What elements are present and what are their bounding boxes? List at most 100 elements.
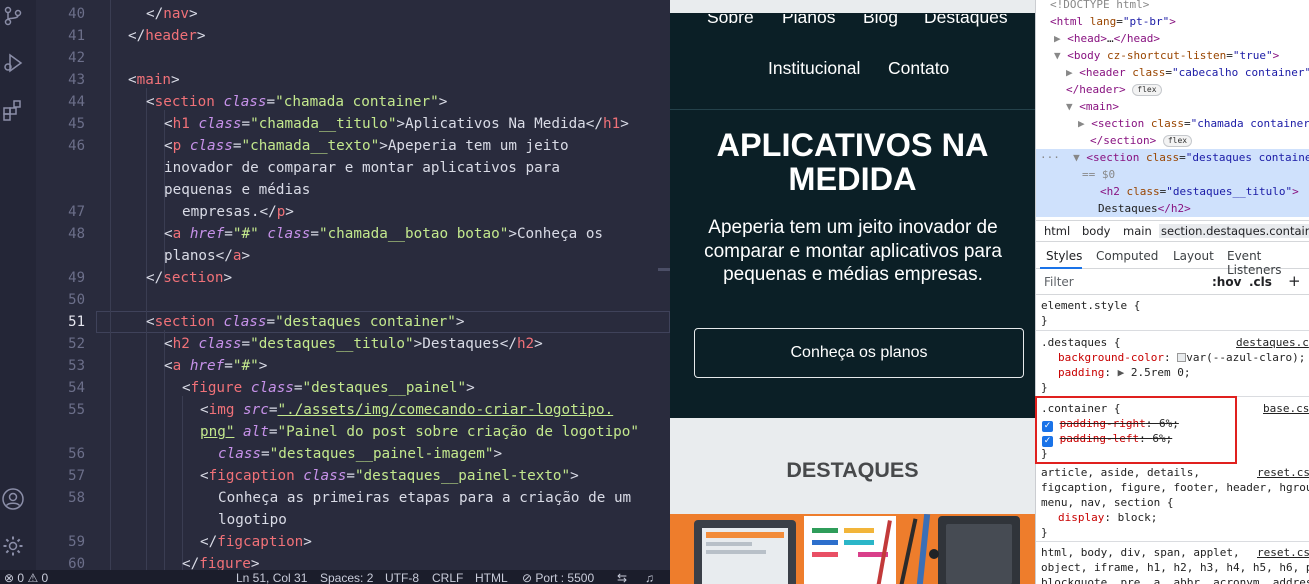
filter-input[interactable]: Filter: [1044, 275, 1074, 289]
breadcrumb-main[interactable]: main: [1123, 224, 1152, 238]
nav-link-blog[interactable]: Blog: [863, 14, 898, 36]
run-debug-icon[interactable]: [0, 50, 26, 76]
reset2-selector[interactable]: html, body, div, span, applet,: [1041, 545, 1240, 560]
flex-badge[interactable]: flex: [1162, 135, 1193, 147]
tab-computed[interactable]: Computed: [1096, 249, 1158, 263]
dom-section-destaques[interactable]: ··· ▼ <section class="destaques containe…: [1040, 149, 1309, 166]
line-number: 41: [68, 28, 85, 44]
breadcrumb-section[interactable]: section.destaques.container: [1159, 224, 1309, 238]
dom-section-close[interactable]: </section> flex: [1090, 132, 1193, 149]
dom-section-chamada[interactable]: ▶ <section class="chamada container": [1078, 115, 1309, 132]
reset-selector[interactable]: article, aside, details,: [1041, 465, 1200, 480]
line-number: 56: [68, 446, 85, 462]
hero-text: Apeperia tem um jeito inovador de compar…: [704, 217, 1002, 285]
reset2-selector-cont[interactable]: blockquote, pre, a, abbr, acronym, addre…: [1041, 575, 1309, 584]
editor-scrollbar[interactable]: [656, 0, 670, 570]
hov-toggle[interactable]: :hov: [1212, 275, 1241, 289]
warning-icon: ⚠: [27, 571, 39, 584]
reset-selector-cont[interactable]: figcaption, figure, footer, header, hgro…: [1041, 480, 1309, 495]
display-declaration[interactable]: display: block;: [1058, 510, 1157, 525]
reset2-selector-cont[interactable]: object, iframe, h1, h2, h3, h4, h5, h6, …: [1041, 560, 1309, 575]
site-header: Sobre Planos Blog Destaques: [670, 0, 1035, 36]
dom-eq0: == $0: [1082, 168, 1116, 181]
logo-design-illustration[interactable]: [670, 514, 1035, 584]
dom-header-close[interactable]: </header> flex: [1066, 81, 1162, 98]
nav-link-destaques[interactable]: Destaques: [924, 14, 1008, 36]
reset-selector-cont[interactable]: menu, nav, section {: [1041, 495, 1173, 510]
code-line: <figure class="destaques__painel">: [182, 380, 475, 396]
code-editor[interactable]: 40 41 42 43 44 45 46 47 48 49 50 51 52 5…: [36, 0, 670, 570]
hero-title: APLICATIVOS NA MEDIDA: [716, 127, 989, 197]
dom-main[interactable]: ▼ <main>: [1066, 98, 1119, 115]
nav-link-institucional[interactable]: Institucional: [768, 58, 860, 79]
indent-guide: [182, 396, 183, 570]
indentation[interactable]: Spaces: 2: [320, 571, 373, 584]
code-line: <section class="chamada container">: [146, 94, 448, 110]
container-source-link[interactable]: base.cs: [1263, 401, 1309, 416]
destaques-source-link[interactable]: destaques.c: [1236, 335, 1309, 350]
code-line: </figcaption>: [200, 534, 312, 550]
element-style-rule[interactable]: element.style {: [1041, 298, 1140, 313]
line-number: 55: [68, 402, 85, 418]
nav-link-planos[interactable]: Planos: [782, 14, 836, 36]
line-number: 49: [68, 270, 85, 286]
dom-h2[interactable]: <h2 class="destaques__titulo">: [1100, 183, 1299, 200]
problems-indicator[interactable]: ⊗ 0 ⚠ 0: [4, 571, 48, 584]
dom-h2-text[interactable]: Destaques</h2>: [1098, 200, 1191, 217]
code-line: </section>: [146, 270, 233, 286]
code-line: <img src="./assets/img/comecando-criar-l…: [200, 402, 614, 418]
bg-color-declaration[interactable]: background-color: var(--azul-claro);: [1058, 350, 1305, 365]
dom-head[interactable]: ▶ <head>…</head>: [1054, 30, 1160, 47]
code-line: <a href="#">: [164, 358, 268, 374]
line-number: 54: [68, 380, 85, 396]
destaques-selector[interactable]: .destaques {: [1041, 335, 1120, 350]
dom-doctype[interactable]: <!DOCTYPE html>: [1050, 0, 1149, 13]
line-number: 53: [68, 358, 85, 374]
live-server-port[interactable]: ⊘ Port : 5500: [522, 571, 594, 584]
line-ending[interactable]: CRLF: [432, 571, 463, 584]
reset-source-link[interactable]: reset.cs: [1257, 465, 1309, 480]
devtools-panel: <!DOCTYPE html> <html lang="pt-br"> ▶ <h…: [1035, 0, 1309, 584]
flex-badge[interactable]: flex: [1132, 84, 1162, 96]
dom-body[interactable]: ▼ <body cz-shortcut-listen="true">: [1054, 47, 1279, 64]
code-line: <a href="#" class="chamada__botao botao"…: [164, 226, 604, 242]
line-number: 46: [68, 138, 85, 154]
line-number: 47: [68, 204, 85, 220]
padding-declaration[interactable]: padding: ▶ 2.5rem 0;: [1058, 365, 1190, 380]
line-number: 52: [68, 336, 85, 352]
reset2-source-link[interactable]: reset.cs: [1257, 545, 1309, 560]
source-control-icon[interactable]: [0, 3, 26, 29]
live-server-icon: ⊘: [522, 571, 533, 584]
settings-gear-icon[interactable]: [0, 533, 26, 559]
dom-header[interactable]: ▶ <header class="cabecalho container">: [1066, 64, 1309, 81]
dom-html[interactable]: <html lang="pt-br">: [1050, 13, 1176, 30]
error-icon: ⊗: [4, 571, 15, 584]
active-tab-indicator: [1040, 267, 1082, 269]
tab-layout[interactable]: Layout: [1173, 249, 1214, 263]
rule-separator: [1036, 330, 1309, 331]
activity-bar: [0, 0, 36, 570]
encoding[interactable]: UTF-8: [385, 571, 419, 584]
notifications-bell-icon[interactable]: ♫: [645, 571, 654, 584]
nav-link-contato[interactable]: Contato: [888, 58, 949, 79]
line-number: 45: [68, 116, 85, 132]
code-line: </nav>: [146, 6, 198, 22]
scroll-position-marker: [658, 268, 670, 271]
code-line-active: <section class="destaques container">: [146, 314, 465, 330]
color-swatch-icon[interactable]: [1177, 353, 1187, 362]
status-bar: ⊗ 0 ⚠ 0 Ln 51, Col 31 Spaces: 2 UTF-8 CR…: [0, 570, 670, 584]
plans-button[interactable]: Conheça os planos: [694, 328, 1024, 378]
line-number: 43: [68, 72, 85, 88]
extensions-icon[interactable]: [0, 97, 26, 123]
breadcrumb-html[interactable]: html: [1044, 224, 1070, 238]
breadcrumb-body[interactable]: body: [1082, 224, 1110, 238]
remote-icon[interactable]: ⇆: [617, 571, 627, 584]
tab-styles[interactable]: Styles: [1046, 249, 1082, 263]
language-mode[interactable]: HTML: [475, 571, 508, 584]
cls-toggle[interactable]: .cls: [1249, 275, 1272, 289]
new-rule-button[interactable]: +: [1288, 272, 1301, 290]
account-icon[interactable]: [0, 486, 26, 512]
cursor-position[interactable]: Ln 51, Col 31: [236, 571, 307, 584]
nav-link-sobre[interactable]: Sobre: [707, 14, 754, 36]
browser-preview: Sobre Planos Blog Destaques Instituciona…: [670, 0, 1035, 584]
